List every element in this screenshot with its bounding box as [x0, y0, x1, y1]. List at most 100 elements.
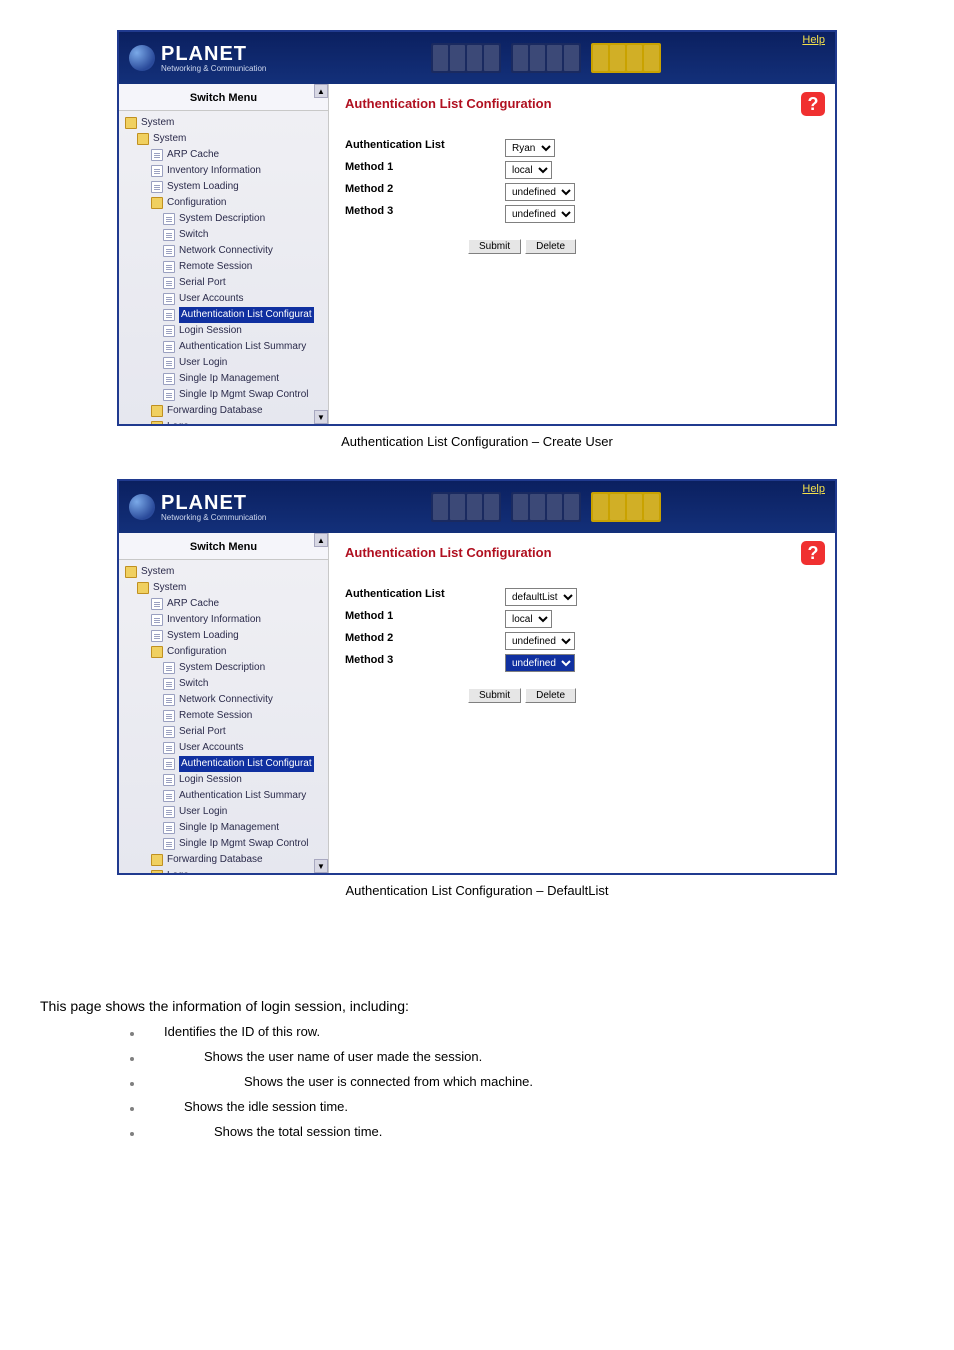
- doc-icon: [163, 261, 175, 273]
- tree-item[interactable]: User Login: [123, 804, 326, 820]
- brand-tagline: Networking & Communication: [161, 513, 266, 522]
- folder-icon: [125, 566, 137, 578]
- sidebar: ▲ Switch Menu System System ARP Cache In…: [119, 84, 329, 424]
- doc-icon: [163, 389, 175, 401]
- tree-item[interactable]: System Loading: [123, 179, 326, 195]
- tree-item[interactable]: System Description: [123, 211, 326, 227]
- nav-tree: System System ARP Cache Inventory Inform…: [119, 560, 328, 873]
- bullet-list: Identifies the ID of this row. Shows the…: [130, 1024, 914, 1139]
- scroll-up-button[interactable]: ▲: [314, 533, 328, 547]
- help-link[interactable]: Help: [802, 34, 825, 46]
- select-method3[interactable]: undefined: [505, 654, 575, 672]
- tree-item-auth-list-config[interactable]: Authentication List Configurat: [123, 307, 326, 323]
- select-method1[interactable]: local: [505, 161, 552, 179]
- tree-configuration[interactable]: Configuration: [123, 195, 326, 211]
- doc-icon: [163, 710, 175, 722]
- tree-logs[interactable]: Logs: [123, 868, 326, 873]
- list-item: Shows the total session time.: [130, 1124, 914, 1139]
- doc-icon: [163, 678, 175, 690]
- row-method3: Method 3 undefined: [345, 654, 819, 672]
- select-auth-list[interactable]: defaultList: [505, 588, 577, 606]
- header-art: [266, 492, 825, 522]
- tree-item[interactable]: Switch: [123, 676, 326, 692]
- bullet-icon: [130, 1107, 134, 1111]
- delete-button[interactable]: Delete: [525, 688, 576, 703]
- label-method1: Method 1: [345, 610, 505, 628]
- tree-item[interactable]: ARP Cache: [123, 596, 326, 612]
- tree-root-system[interactable]: System: [123, 115, 326, 131]
- doc-icon: [163, 822, 175, 834]
- select-method2[interactable]: undefined: [505, 183, 575, 201]
- tree-item[interactable]: Inventory Information: [123, 163, 326, 179]
- label-method2: Method 2: [345, 632, 505, 650]
- tree-item[interactable]: Authentication List Summary: [123, 788, 326, 804]
- tree-item[interactable]: Inventory Information: [123, 612, 326, 628]
- doc-icon: [163, 277, 175, 289]
- list-item: Shows the idle session time.: [130, 1099, 914, 1114]
- tree-logs[interactable]: Logs: [123, 419, 326, 424]
- tree-item[interactable]: Network Connectivity: [123, 692, 326, 708]
- doc-icon: [151, 181, 163, 193]
- tree-item[interactable]: Serial Port: [123, 275, 326, 291]
- globe-icon: [129, 494, 155, 520]
- select-method2[interactable]: undefined: [505, 632, 575, 650]
- button-bar: Submit Delete: [345, 239, 819, 254]
- doc-icon: [163, 309, 175, 321]
- tree-fwd-db[interactable]: Forwarding Database: [123, 403, 326, 419]
- tree-configuration[interactable]: Configuration: [123, 644, 326, 660]
- app-topbar: PLANET Networking & Communication Help: [119, 32, 835, 84]
- tree-item[interactable]: Network Connectivity: [123, 243, 326, 259]
- tree-item[interactable]: System Loading: [123, 628, 326, 644]
- folder-icon: [137, 582, 149, 594]
- tree-system[interactable]: System: [123, 131, 326, 147]
- tree-system[interactable]: System: [123, 580, 326, 596]
- doc-icon: [163, 838, 175, 850]
- tree-item[interactable]: Remote Session: [123, 259, 326, 275]
- tree-item[interactable]: Authentication List Summary: [123, 339, 326, 355]
- delete-button[interactable]: Delete: [525, 239, 576, 254]
- doc-icon: [151, 598, 163, 610]
- tree-item[interactable]: User Accounts: [123, 740, 326, 756]
- scroll-down-button[interactable]: ▼: [314, 410, 328, 424]
- tree-item[interactable]: Single Ip Management: [123, 371, 326, 387]
- tree-item[interactable]: Single Ip Management: [123, 820, 326, 836]
- tree-item[interactable]: Single Ip Mgmt Swap Control: [123, 387, 326, 403]
- header-art: [266, 43, 825, 73]
- doc-icon: [163, 790, 175, 802]
- help-icon[interactable]: ?: [801, 92, 825, 116]
- sidebar: ▲ Switch Menu System System ARP Cache In…: [119, 533, 329, 873]
- submit-button[interactable]: Submit: [468, 239, 521, 254]
- folder-icon: [151, 870, 163, 873]
- help-link[interactable]: Help: [802, 483, 825, 495]
- tree-item[interactable]: System Description: [123, 660, 326, 676]
- row-auth-list: Authentication List defaultList: [345, 588, 819, 606]
- tree-item[interactable]: Single Ip Mgmt Swap Control: [123, 836, 326, 852]
- tree-item[interactable]: Serial Port: [123, 724, 326, 740]
- bullet-icon: [130, 1032, 134, 1036]
- label-method3: Method 3: [345, 205, 505, 223]
- help-icon[interactable]: ?: [801, 541, 825, 565]
- tree-item[interactable]: Login Session: [123, 772, 326, 788]
- scroll-up-button[interactable]: ▲: [314, 84, 328, 98]
- folder-icon: [151, 854, 163, 866]
- select-method3[interactable]: undefined: [505, 205, 575, 223]
- tree-item[interactable]: Login Session: [123, 323, 326, 339]
- submit-button[interactable]: Submit: [468, 688, 521, 703]
- tree-item[interactable]: Switch: [123, 227, 326, 243]
- select-auth-list[interactable]: Ryan: [505, 139, 555, 157]
- bullet-icon: [130, 1132, 134, 1136]
- doc-icon: [163, 373, 175, 385]
- tree-item[interactable]: User Accounts: [123, 291, 326, 307]
- tree-item[interactable]: ARP Cache: [123, 147, 326, 163]
- tree-item[interactable]: Remote Session: [123, 708, 326, 724]
- row-method1: Method 1 local: [345, 610, 819, 628]
- scroll-down-button[interactable]: ▼: [314, 859, 328, 873]
- folder-icon: [151, 197, 163, 209]
- tree-item-auth-list-config[interactable]: Authentication List Configurat: [123, 756, 326, 772]
- tree-item[interactable]: User Login: [123, 355, 326, 371]
- tree-root-system[interactable]: System: [123, 564, 326, 580]
- doc-icon: [163, 758, 175, 770]
- select-method1[interactable]: local: [505, 610, 552, 628]
- row-method3: Method 3 undefined: [345, 205, 819, 223]
- tree-fwd-db[interactable]: Forwarding Database: [123, 852, 326, 868]
